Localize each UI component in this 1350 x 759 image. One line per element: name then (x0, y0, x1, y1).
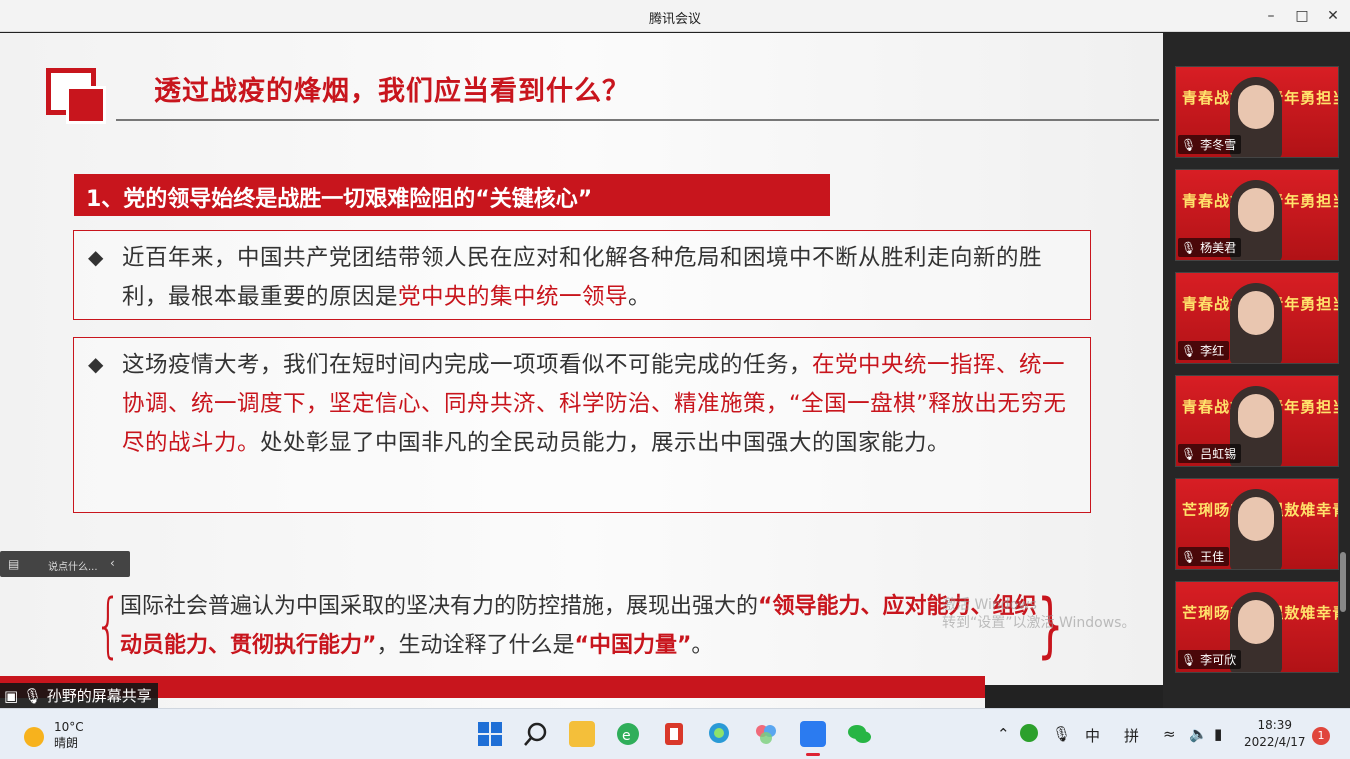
volume-icon[interactable]: 🔈 (1189, 725, 1208, 743)
bottom-summary: 国际社会普遍认为中国采取的坚决有力的防控措施，展现出强大的“领导能力、应对能力、… (120, 594, 1037, 658)
clock-date: 2022/4/17 (1244, 735, 1306, 749)
participant-tile[interactable]: 青春战疫路 青年勇担当 🎙 李红 (1175, 272, 1339, 364)
edge-icon[interactable]: e (615, 721, 641, 747)
ime-mode[interactable]: 中 (1085, 725, 1100, 746)
app-icon[interactable] (753, 721, 779, 747)
svg-text:e: e (622, 728, 631, 744)
weather-text: 晴朗 (54, 736, 79, 750)
left-brace: { (94, 584, 122, 666)
participant-face (1238, 600, 1274, 644)
title-divider (116, 119, 1159, 121)
screen-icon: ▣ (4, 687, 19, 705)
microphone-icon[interactable]: 🎙 (1052, 725, 1071, 743)
start-icon[interactable] (477, 721, 503, 747)
collapse-chevron-icon[interactable]: ‹ (110, 556, 115, 570)
participant-face (1238, 85, 1274, 129)
clock[interactable]: 18:39 2022/4/17 (1244, 717, 1306, 751)
content-box-1: ◆ 近百年来，中国共产党团结带领人民在应对和化解各种危局和困境中不断从胜利走向新… (73, 230, 1091, 320)
taskbar: 10°C 晴朗 e ⌃ 🎙 中 拼 ≈ 🔈 ▮ 18:39 2022/4/17 … (0, 708, 1350, 759)
maximize-button[interactable]: □ (1291, 6, 1313, 26)
temperature: 10°C (54, 720, 84, 734)
mic-icon: 🎙 (22, 687, 43, 705)
search-icon[interactable] (523, 721, 549, 747)
minimize-button[interactable]: – (1260, 6, 1282, 26)
shared-screen: 透过战疫的烽烟，我们应当看到什么？ 1、党的领导始终是战胜一切艰难险阻的“关键核… (0, 33, 1163, 708)
slide-logo-inner (66, 86, 106, 124)
participant-face (1238, 291, 1274, 335)
participant-name: 🎙 吕虹锡 (1178, 444, 1242, 463)
mic-icon: 🎙 (1181, 138, 1201, 152)
window-title: 腾讯会议 (648, 12, 701, 27)
weather-widget[interactable]: 10°C 晴朗 (54, 719, 84, 751)
slide-footer-dark (985, 685, 1163, 708)
participant-name: 🎙 李冬雪 (1178, 135, 1242, 154)
participant-tile[interactable]: 芒琍旸卆青 褞敖雉幸青 🎙 王佳 (1175, 478, 1339, 570)
diamond-bullet-icon: ◆ (88, 352, 104, 376)
participant-tile[interactable]: 青春战疫路 青年勇担当 🎙 李冬雪 (1175, 66, 1339, 158)
participant-face (1238, 188, 1274, 232)
participant-name: 🎙 李红 (1178, 341, 1230, 360)
battery-icon[interactable]: ▮ (1214, 725, 1222, 743)
content-box-2: ◆ 这场疫情大考，我们在短时间内完成一项项看似不可能完成的任务，在党中央统一指挥… (73, 337, 1091, 513)
wifi-icon[interactable]: ≈ (1163, 725, 1176, 743)
box1-text: 近百年来，中国共产党团结带领人民在应对和化解各种危局和困境中不断从胜利走向新的胜… (122, 245, 1043, 310)
watermark-line-1: 激活 Windows (942, 597, 1037, 613)
activation-watermark: 激活 Windows 转到“设置”以激活 Windows。 (942, 596, 1135, 632)
chat-input[interactable]: ▤ 说点什么... ‹ (0, 551, 130, 577)
screen-share-label: ▣ 🎙 孙野的屏幕共享 (0, 683, 158, 708)
box2-text: 这场疫情大考，我们在短时间内完成一项项看似不可能完成的任务，在党中央统一指挥、统… (122, 352, 1067, 456)
office-icon[interactable] (661, 721, 687, 747)
notification-badge[interactable]: 1 (1312, 727, 1330, 745)
title-bar: 腾讯会议 – □ ✕ (0, 0, 1350, 32)
participant-sidebar: 青春战疫路 青年勇担当 🎙 李冬雪 青春战疫路 青年勇担当 🎙 杨美君 青春战疫… (1163, 33, 1350, 708)
sidebar-scrollbar[interactable] (1340, 552, 1346, 612)
section-heading: 1、党的领导始终是战胜一切艰难险阻的“关键核心” (74, 174, 830, 216)
chat-placeholder: 说点什么... (48, 562, 98, 573)
participant-name: 🎙 王佳 (1178, 547, 1230, 566)
participant-name: 🎙 李可欣 (1178, 650, 1242, 669)
participant-tile[interactable]: 青春战疫路 青年勇担当 🎙 吕虹锡 (1175, 375, 1339, 467)
participant-tile[interactable]: 青春战疫路 青年勇担当 🎙 杨美君 (1175, 169, 1339, 261)
weather-sun-icon[interactable] (24, 727, 44, 747)
close-button[interactable]: ✕ (1322, 6, 1344, 26)
participant-tile[interactable]: 芒琍旸卆青 褞敖雉幸青 🎙 李可欣 (1175, 581, 1339, 673)
chat-icon: ▤ (8, 557, 20, 571)
wechat-icon[interactable] (846, 721, 872, 747)
file-explorer-icon[interactable] (569, 721, 595, 747)
clock-time: 18:39 (1257, 718, 1293, 732)
tencent-meeting-icon[interactable] (800, 721, 826, 747)
mic-icon: 🎙 (1181, 653, 1201, 667)
mic-icon: 🎙 (1181, 550, 1201, 564)
tray-app-icon[interactable] (1020, 724, 1038, 742)
participant-face (1238, 497, 1274, 541)
chevron-up-icon[interactable]: ⌃ (997, 725, 1010, 743)
ime-pinyin[interactable]: 拼 (1124, 725, 1139, 746)
active-app-indicator (806, 753, 820, 756)
mic-icon: 🎙 (1181, 241, 1201, 255)
mic-icon: 🎙 (1181, 447, 1201, 461)
participant-name: 🎙 杨美君 (1178, 238, 1242, 257)
participant-face (1238, 394, 1274, 438)
sharing-name: 孙野的屏幕共享 (46, 687, 152, 705)
diamond-bullet-icon: ◆ (88, 245, 104, 269)
slide-title: 透过战疫的烽烟，我们应当看到什么？ (154, 76, 630, 107)
watermark-line-2: 转到“设置”以激活 Windows。 (942, 615, 1136, 631)
mic-icon: 🎙 (1181, 344, 1201, 358)
browser-icon[interactable] (707, 721, 733, 747)
